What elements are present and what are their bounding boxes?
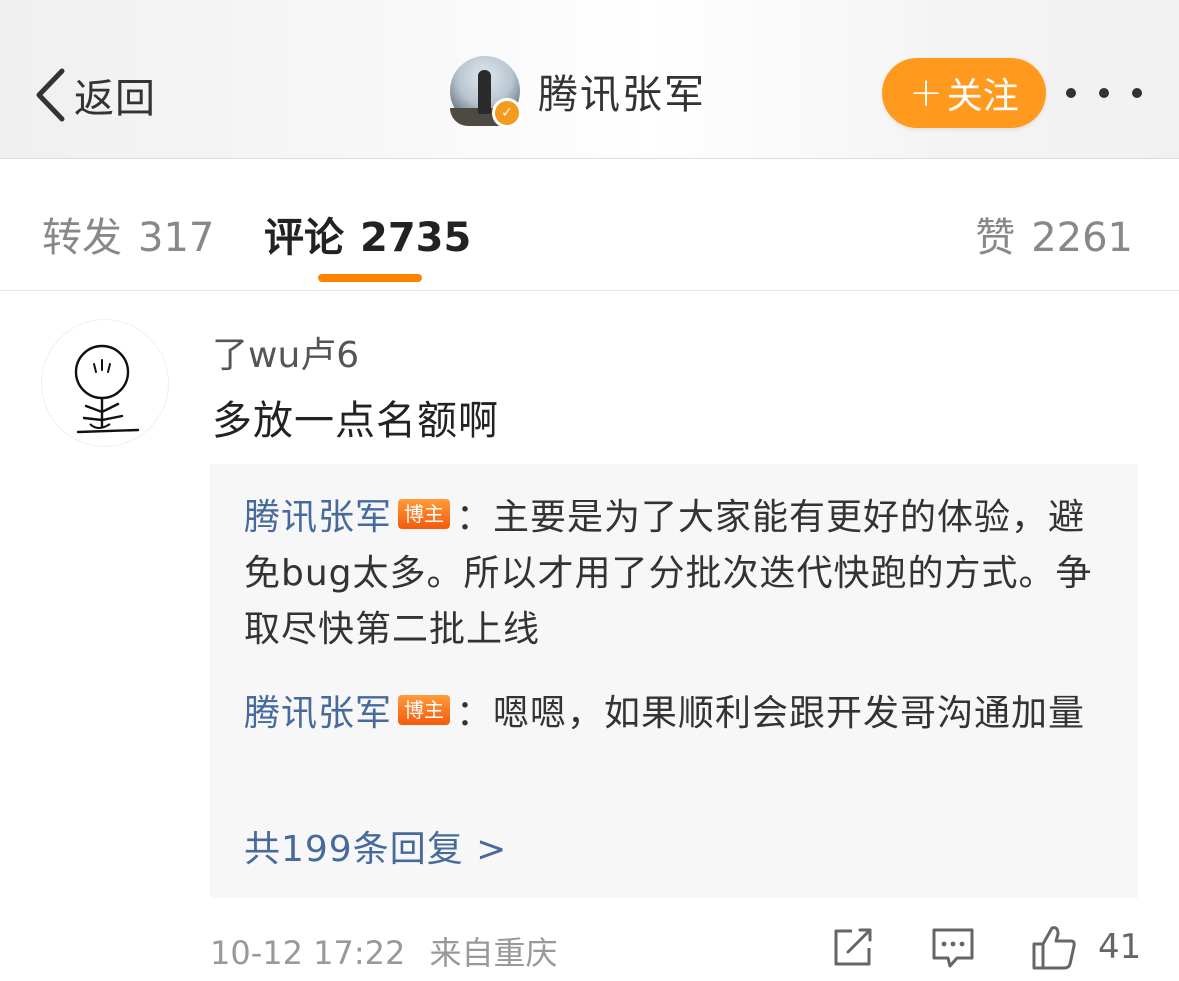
reply-separator: ： — [456, 497, 494, 538]
nav-header: 返回 ✓ 腾讯张军 + 关注 — [0, 0, 1179, 159]
reply-author[interactable]: 腾讯张军 — [244, 497, 392, 538]
comment-meta: 10-12 17:22 来自重庆 — [210, 928, 558, 974]
comment-source: 来自重庆 — [429, 934, 558, 972]
tab-repost[interactable]: 转发 317 — [42, 205, 214, 263]
more-dot — [1066, 88, 1076, 98]
reply-item[interactable]: 腾讯张军 博主 ：主要是为了大家能有更好的体验，避免bug太多。所以才用了分批次迭代… — [244, 490, 1114, 658]
reply-text: 嗯嗯，如果顺利会跟开发哥沟通加量 — [493, 693, 1086, 734]
author-info[interactable]: ✓ 腾讯张军 — [450, 56, 706, 128]
more-dot — [1099, 88, 1109, 98]
commenter-username[interactable]: 了wu卢6 — [212, 326, 359, 378]
reply-button[interactable] — [930, 926, 976, 970]
author-badge: 博主 — [398, 499, 451, 529]
tab-comment-label: 评论 — [264, 215, 344, 261]
comment-time: 10-12 17:22 — [210, 934, 406, 972]
thumbs-up-icon — [1032, 926, 1076, 970]
reply-item[interactable]: 腾讯张军 博主 ：嗯嗯，如果顺利会跟开发哥沟通加量 — [244, 686, 1114, 742]
tab-like-count: 2261 — [1031, 215, 1133, 261]
chevron-left-icon — [36, 68, 65, 122]
plus-icon: + — [909, 70, 943, 116]
tab-repost-count: 317 — [138, 215, 215, 261]
comment-text: 多放一点名额啊 — [212, 398, 499, 444]
like-button[interactable]: 41 — [1030, 922, 1141, 972]
tab-like-label: 赞 — [975, 215, 1016, 261]
back-button[interactable]: 返回 — [34, 60, 156, 130]
share-button[interactable] — [830, 926, 874, 970]
tab-comment-count: 2735 — [360, 215, 472, 261]
verified-badge-icon: ✓ — [492, 98, 522, 128]
reply-author[interactable]: 腾讯张军 — [244, 693, 392, 734]
active-tab-indicator — [318, 274, 422, 282]
follow-button[interactable]: + 关注 — [882, 58, 1046, 128]
tab-repost-label: 转发 — [42, 215, 122, 261]
like-count: 41 — [1098, 927, 1142, 967]
share-edit-icon — [834, 928, 872, 966]
author-badge: 博主 — [398, 695, 451, 725]
commenter-avatar[interactable] — [42, 320, 168, 446]
tab-like[interactable]: 赞 2261 — [975, 205, 1133, 263]
reply-separator: ： — [456, 693, 494, 734]
view-all-replies-link[interactable]: 共199条回复 > — [244, 820, 507, 872]
back-label: 返回 — [74, 76, 156, 122]
tab-comment[interactable]: 评论 2735 — [264, 205, 471, 263]
doodle-avatar-image — [74, 344, 140, 434]
author-name[interactable]: 腾讯张军 — [538, 62, 706, 120]
follow-label: 关注 — [946, 76, 1019, 117]
avatar-figure — [478, 70, 491, 114]
more-dots-icon[interactable] — [1066, 76, 1142, 110]
reply-box[interactable]: 腾讯张军 博主 ：主要是为了大家能有更好的体验，避免bug太多。所以才用了分批次迭代… — [210, 464, 1138, 898]
more-dot — [1132, 88, 1142, 98]
comment-bubble-icon — [932, 928, 974, 968]
author-avatar[interactable]: ✓ — [450, 56, 522, 128]
tab-bar: 转发 317 评论 2735 赞 2261 — [0, 159, 1179, 291]
